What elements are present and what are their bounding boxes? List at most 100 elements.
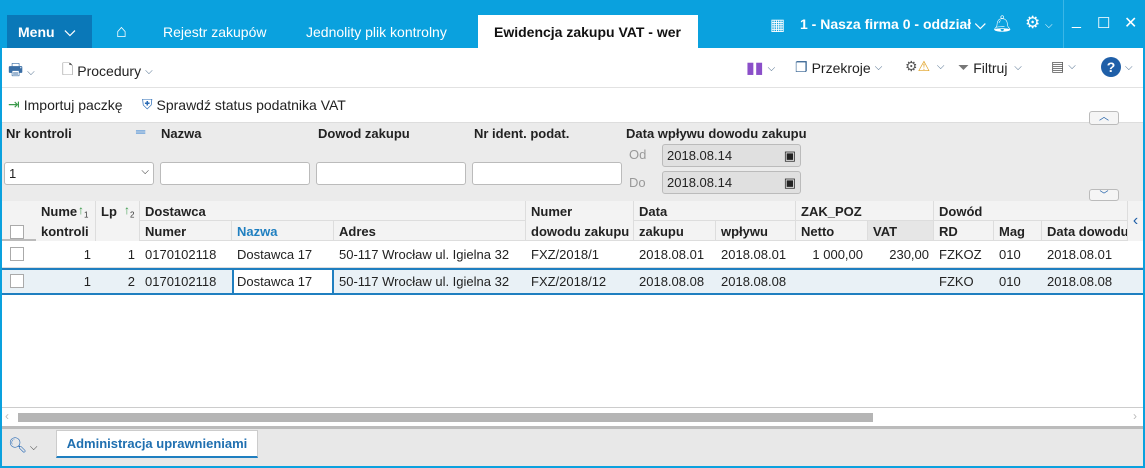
cell-zakupu[interactable]: 2018.08.01 (634, 241, 716, 268)
header-data-dowodu[interactable]: Data dowodu (1042, 221, 1128, 241)
windows-icon: ❐ (795, 59, 808, 75)
calendar-icon[interactable]: ▣ (784, 175, 796, 191)
cell-data-dowodu[interactable]: 2018.08.01 (1042, 241, 1128, 268)
cell-dowod[interactable]: FXZ/2018/1 (526, 241, 634, 268)
przekroje-label: Przekroje (811, 59, 871, 76)
help-icon: ? (1101, 57, 1121, 77)
chart-button[interactable]: ▮▮ ⌵ (746, 58, 775, 78)
header-nazwa[interactable]: Nazwa (232, 221, 334, 241)
calendar-icon[interactable]: ▣ (784, 148, 796, 164)
check-vat-status-button[interactable]: ⛨ Sprawdź status podatnika VAT (142, 96, 346, 113)
nip-input[interactable] (472, 162, 622, 185)
scroll-left-columns-button[interactable]: ‹ (1128, 201, 1143, 241)
bar-chart-icon: ▮▮ (746, 60, 764, 77)
settings-warning-icon: ⚙⚠ (905, 58, 931, 74)
header-dowod: Dowód (934, 201, 1128, 221)
procedury-label: Procedury (77, 63, 142, 79)
scroll-left-arrow[interactable]: ‹ (5, 409, 9, 423)
cell-mag[interactable]: 010 (994, 268, 1042, 295)
cell-nazwa[interactable]: Dostawca 17 (232, 268, 334, 295)
shield-icon: ⛨ (142, 96, 153, 112)
cell-adres[interactable]: 50-117 Wrocław ul. Igielna 32 (334, 268, 526, 295)
header-dostawca: Dostawca (140, 201, 526, 221)
divider (2, 407, 1143, 408)
print-button[interactable]: 🖶 ⌵ (8, 59, 35, 86)
procedury-button[interactable]: 🗋 Procedury ⌵ (62, 59, 153, 83)
header-rd[interactable]: RD (934, 221, 994, 241)
administracja-uprawnieniami-button[interactable]: Administracja uprawnieniami (56, 430, 258, 458)
cell-data-dowodu[interactable]: 2018.08.08 (1042, 268, 1128, 295)
filter-icon: ⏷ (958, 59, 970, 75)
przekroje-button[interactable]: ❐ Przekroje ⌵ (795, 59, 882, 76)
cell-dowod[interactable]: FXZ/2018/12 (526, 268, 634, 295)
filtruj-button[interactable]: ⏷ Filtruj ⌵ (958, 59, 1022, 76)
config-warning-button[interactable]: ⚙⚠ ⌵ (905, 58, 944, 75)
date-to-value: 2018.08.14 (667, 175, 733, 190)
cell-vat[interactable] (868, 268, 934, 295)
cell-numer[interactable]: 0170102118 (140, 268, 232, 295)
cell-lp[interactable]: 2 (96, 268, 140, 295)
sort-order: 2 (130, 210, 135, 220)
nip-label: Nr ident. podat. (474, 126, 570, 141)
divider (2, 87, 1143, 88)
cell-numer[interactable]: 0170102118 (140, 241, 232, 268)
header-numer-dowodu[interactable]: dowodu zakupu (526, 221, 634, 241)
chevron-down-icon: ⌵ (141, 166, 149, 177)
cell-rd[interactable]: FZKO (934, 268, 994, 295)
header-adres[interactable]: Adres (334, 221, 526, 241)
view-settings-icon: ▤ (1051, 58, 1065, 74)
row-checkbox[interactable] (10, 274, 24, 288)
date-from-input[interactable]: 2018.08.14 ▣ (662, 144, 801, 167)
header-nume-label: Nume (41, 204, 78, 219)
header-zak-poz: ZAK_POZ (796, 201, 934, 221)
header-vat[interactable]: VAT (868, 221, 934, 241)
header-netto[interactable]: Netto (796, 221, 868, 241)
filtruj-label: Filtruj (973, 59, 1008, 76)
cell-adres[interactable]: 50-117 Wrocław ul. Igielna 32 (334, 241, 526, 268)
nazwa-input[interactable] (160, 162, 310, 185)
cell-wplywu[interactable]: 2018.08.08 (716, 268, 796, 295)
horizontal-scrollbar-thumb[interactable] (18, 413, 873, 422)
import-button[interactable]: ⇥ Importuj paczkę (8, 96, 123, 113)
cell-rd[interactable]: FZKOZ (934, 241, 994, 268)
scroll-right-arrow[interactable]: › (1133, 409, 1137, 423)
expand-down-button[interactable]: ﹀ (1089, 189, 1119, 201)
cell-wplywu[interactable]: 2018.08.01 (716, 241, 796, 268)
date-to-input[interactable]: 2018.08.14 ▣ (662, 171, 801, 194)
nr-kontroli-select[interactable]: 1 ⌵ (4, 162, 154, 185)
equals-icon[interactable]: ═ (136, 124, 145, 139)
cell-netto[interactable]: 1 000,00 (796, 241, 868, 268)
search-report-button[interactable]: 🔍︎ ⌵ (8, 436, 37, 454)
sort-order: 1 (84, 210, 89, 220)
procedure-icon: 🗋 (62, 61, 74, 77)
sort-asc-icon: ↑2 (124, 203, 135, 220)
cell-nazwa[interactable]: Dostawca 17 (232, 241, 334, 268)
data-wplywu-label: Data wpływu dowodu zakupu (626, 126, 807, 141)
search-report-icon: 🔍︎ (8, 437, 28, 454)
header-kontroli[interactable]: kontroli (36, 221, 96, 241)
nazwa-label: Nazwa (161, 126, 202, 141)
date-from-value: 2018.08.14 (667, 148, 733, 163)
header-wplywu[interactable]: wpływu (716, 221, 796, 241)
dowod-input[interactable] (316, 162, 466, 185)
select-all-checkbox[interactable] (10, 225, 24, 239)
header-numer[interactable]: Numer (140, 221, 232, 241)
cell-vat[interactable]: 230,00 (868, 241, 934, 268)
od-label: Od (629, 147, 647, 162)
dowod-label: Dowod zakupu (318, 126, 410, 141)
header-zakupu[interactable]: zakupu (634, 221, 716, 241)
import-label: Importuj paczkę (23, 96, 123, 113)
cell-kontrola[interactable]: 1 (36, 241, 96, 268)
header-mag[interactable]: Mag (994, 221, 1042, 241)
status-label: Sprawdź status podatnika VAT (156, 96, 346, 113)
collapse-up-button[interactable]: ︿ (1089, 111, 1119, 125)
row-checkbox[interactable] (10, 247, 24, 261)
cell-lp[interactable]: 1 (96, 241, 140, 268)
cell-netto[interactable] (796, 268, 868, 295)
help-button[interactable]: ? ⌵ (1101, 57, 1133, 77)
cell-kontrola[interactable]: 1 (36, 268, 96, 295)
cell-mag[interactable]: 010 (994, 241, 1042, 268)
cell-zakupu[interactable]: 2018.08.08 (634, 268, 716, 295)
printer-icon: 🖶 (8, 62, 24, 79)
view-settings-button[interactable]: ▤ ⌵ (1051, 58, 1076, 75)
